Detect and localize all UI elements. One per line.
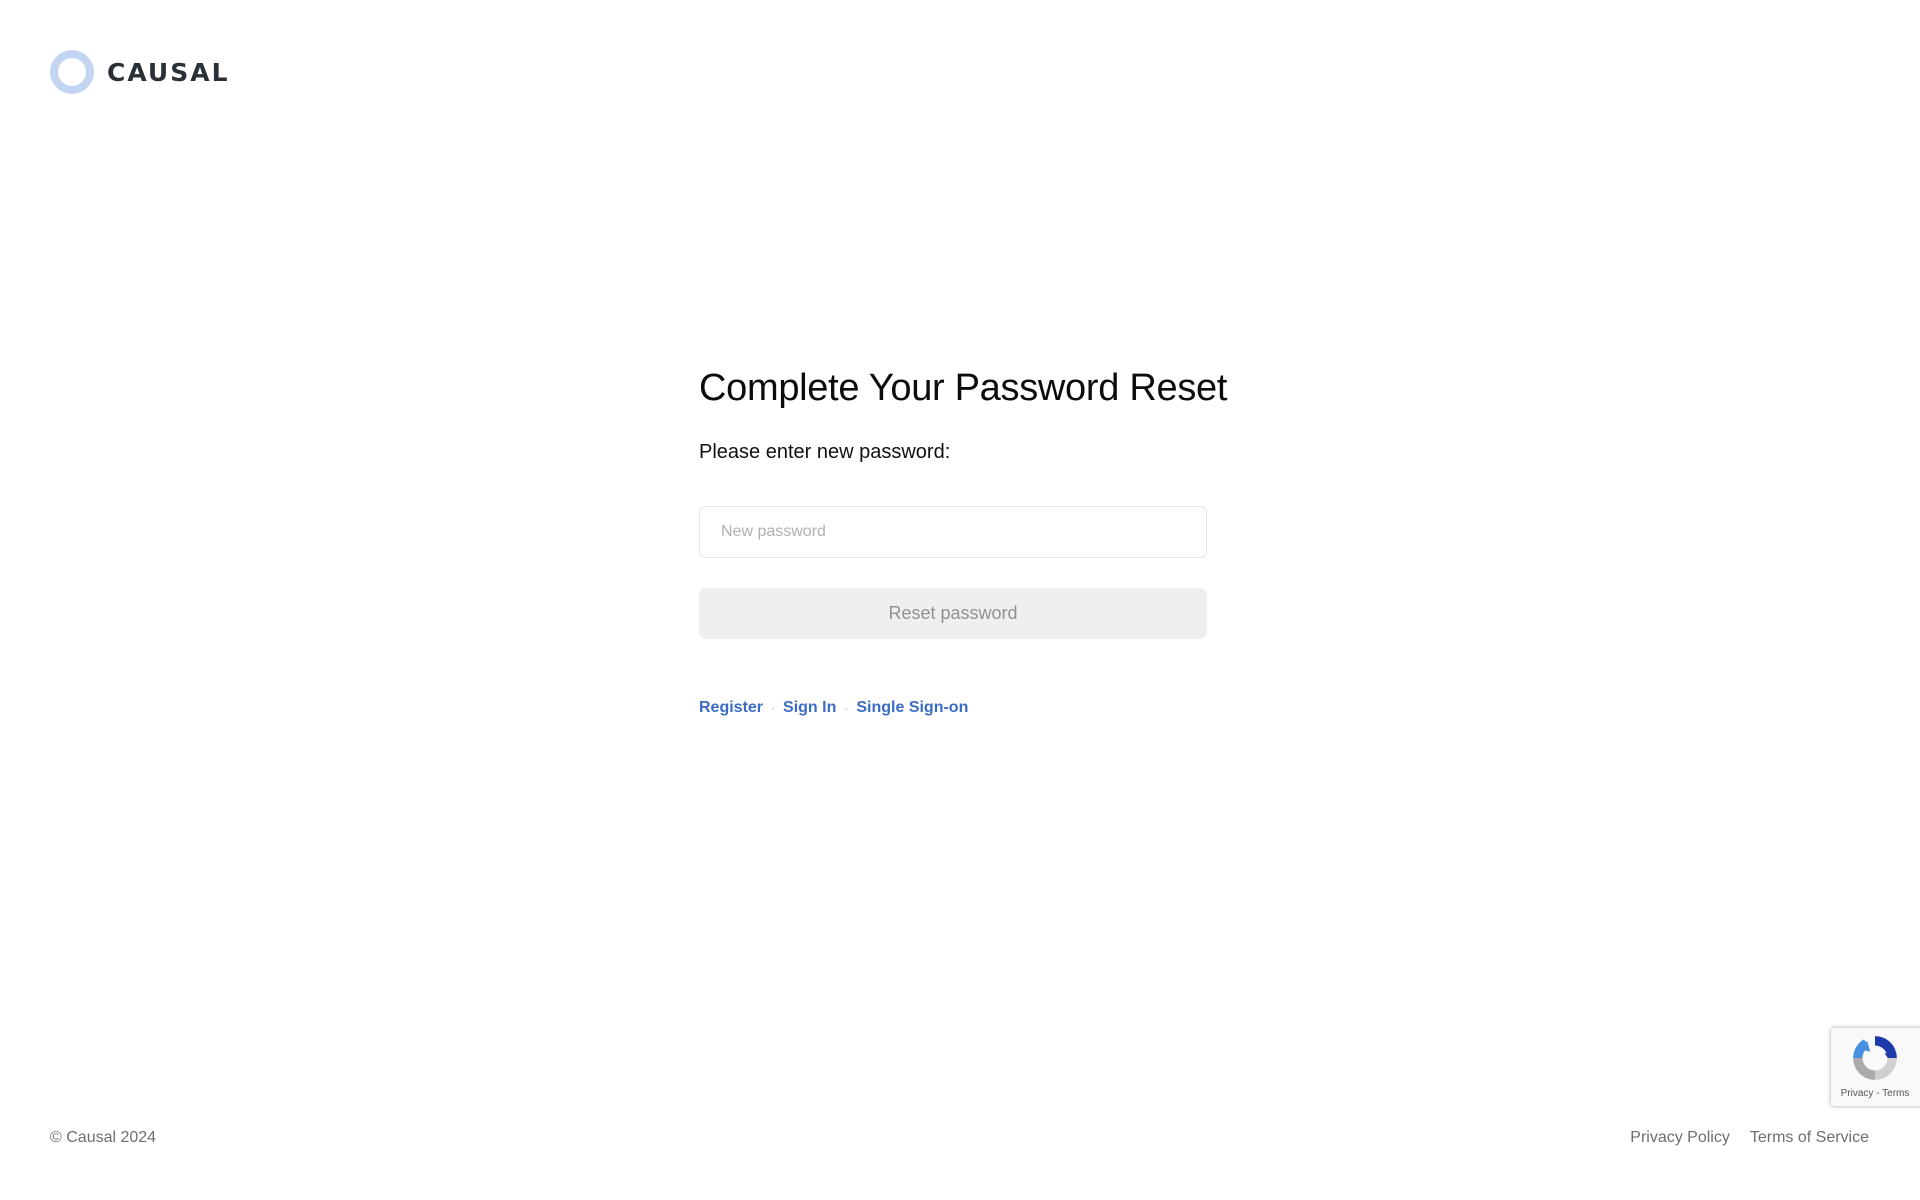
page-title: Complete Your Password Reset: [699, 367, 1228, 409]
footer-links: Privacy Policy Terms of Service: [1630, 1129, 1869, 1147]
recaptcha-badge[interactable]: Privacy - Terms: [1831, 1028, 1920, 1106]
reset-password-button[interactable]: Reset password: [699, 588, 1207, 639]
sign-in-link[interactable]: Sign In: [783, 699, 836, 717]
link-separator: ·: [844, 701, 849, 715]
register-link[interactable]: Register: [699, 699, 763, 717]
recaptcha-links: Privacy - Terms: [1831, 1088, 1919, 1099]
new-password-input[interactable]: [699, 506, 1207, 558]
copyright-text: © Causal 2024: [50, 1129, 157, 1146]
causal-logo-icon: [50, 50, 94, 94]
logo-text: CAUSAL: [107, 57, 230, 87]
recaptcha-icon: [1853, 1036, 1897, 1080]
recaptcha-terms-link[interactable]: Terms: [1882, 1088, 1909, 1099]
causal-logo-link[interactable]: CAUSAL: [50, 50, 230, 94]
single-sign-on-link[interactable]: Single Sign-on: [856, 699, 968, 717]
link-separator: ·: [771, 701, 776, 715]
form-instructions: Please enter new password:: [699, 441, 951, 463]
terms-of-service-link[interactable]: Terms of Service: [1750, 1129, 1869, 1147]
reset-form: Complete Your Password Reset Please ente…: [699, 362, 1228, 717]
password-reset-page: CAUSAL Complete Your Password Reset Plea…: [0, 0, 1920, 1200]
recaptcha-privacy-link[interactable]: Privacy: [1841, 1088, 1874, 1099]
auth-links: Register · Sign In · Single Sign-on: [699, 699, 1207, 717]
privacy-policy-link[interactable]: Privacy Policy: [1630, 1129, 1730, 1147]
recaptcha-separator: -: [1876, 1088, 1880, 1099]
